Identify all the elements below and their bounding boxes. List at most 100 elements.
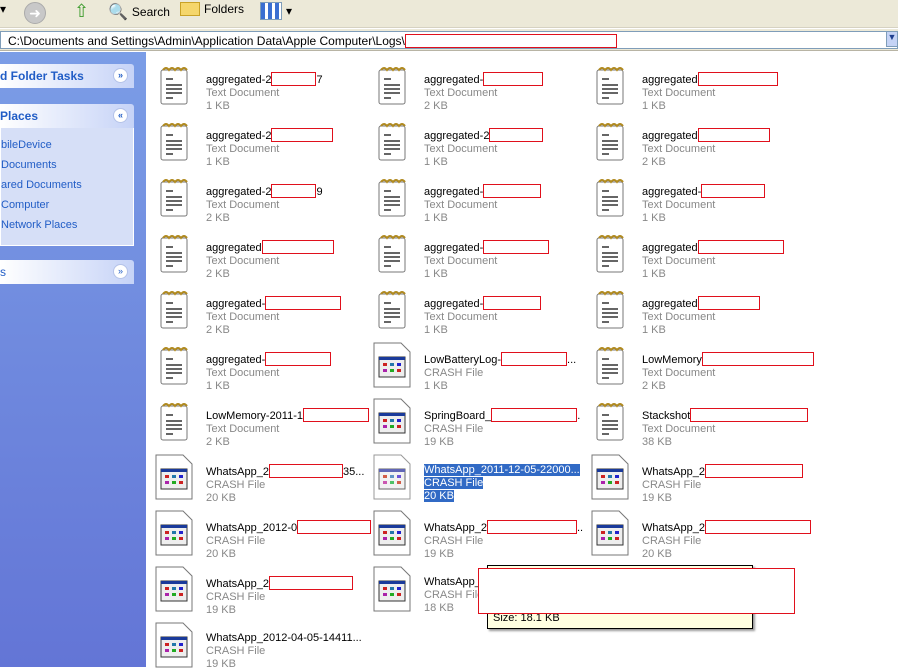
text-document-icon — [593, 346, 627, 386]
file-item[interactable]: WhatsApp_2011-12-05-22000... CRASH File 20… — [367, 450, 580, 502]
text-document-icon — [157, 178, 191, 218]
expand-icon[interactable]: » — [113, 68, 128, 83]
address-dropdown[interactable]: ▼ — [886, 31, 898, 47]
text-document-icon — [157, 234, 191, 274]
file-item[interactable]: WhatsApp_2012-04-05-14411... CRASH File 19… — [149, 618, 362, 670]
redaction — [478, 568, 795, 614]
other-places-list: bileDevice Documents ared Documents Compu… — [0, 128, 134, 246]
file-item[interactable]: WhatsApp_2 35... CRASH File 20 KB — [149, 450, 364, 504]
file-item[interactable]: LowMemory-2011-1 Text Document 2 KB — [149, 394, 370, 448]
file-item[interactable]: aggregated-2 Text Document 1 KB — [367, 114, 577, 168]
file-item[interactable]: Stackshot Text Document 38 KB — [585, 394, 809, 448]
redaction — [704, 520, 811, 534]
folders-button[interactable]: Folders — [180, 2, 244, 16]
folder-icon — [180, 2, 200, 16]
redaction — [483, 72, 544, 86]
file-item[interactable]: aggregated Text Document 2 KB — [149, 226, 359, 280]
redaction — [486, 520, 577, 534]
redaction — [265, 296, 342, 310]
file-item[interactable]: aggregated Text Document 1 KB — [585, 282, 795, 336]
views-icon — [260, 2, 282, 20]
views-button[interactable]: ▾ — [260, 2, 292, 20]
place-link[interactable]: Network Places — [1, 215, 133, 235]
text-document-icon — [157, 66, 191, 106]
text-document-icon — [593, 178, 627, 218]
crash-file-icon — [373, 454, 411, 500]
crash-file-icon — [155, 510, 193, 556]
redaction — [271, 184, 317, 198]
file-item[interactable]: SpringBoard_. CRASH File 19 KB — [367, 394, 580, 448]
crash-file-icon — [155, 454, 193, 500]
crash-file-icon — [155, 622, 193, 668]
redaction — [271, 72, 317, 86]
search-button[interactable]: 🔍 Search — [108, 2, 170, 22]
place-link[interactable]: Computer — [1, 195, 133, 215]
file-item[interactable]: aggregated- Text Document 1 KB — [367, 282, 577, 336]
back-dropdown[interactable]: ▾ — [0, 2, 6, 16]
crash-file-icon — [155, 566, 193, 612]
crash-file-icon — [373, 398, 411, 444]
address-input[interactable]: C:\Documents and Settings\Admin\Applicat… — [0, 31, 898, 49]
redaction — [303, 408, 370, 422]
file-item[interactable]: WhatsApp_2.. CRASH File 19 KB — [367, 506, 583, 560]
redaction — [491, 408, 578, 422]
redaction — [697, 128, 770, 142]
redaction — [501, 352, 568, 366]
text-document-icon — [157, 122, 191, 162]
file-item[interactable]: aggregated- Text Document 1 KB — [585, 170, 795, 224]
file-item[interactable]: WhatsApp_2 CRASH File 19 KB — [149, 562, 359, 616]
text-document-icon — [593, 290, 627, 330]
file-item[interactable]: LowMemory Text Document 2 KB — [585, 338, 814, 392]
redaction — [271, 128, 334, 142]
text-document-icon — [375, 290, 409, 330]
redaction — [701, 184, 766, 198]
file-item[interactable]: WhatsApp_2012-0 CRASH File 20 KB — [149, 506, 372, 560]
address-bar: C:\Documents and Settings\Admin\Applicat… — [0, 29, 898, 51]
text-document-icon — [157, 346, 191, 386]
text-document-icon — [593, 402, 627, 442]
file-item[interactable]: aggregated Text Document 1 KB — [585, 58, 795, 112]
place-link[interactable]: Documents — [1, 155, 133, 175]
redaction — [697, 240, 784, 254]
place-link[interactable]: bileDevice — [1, 135, 133, 155]
collapse-icon[interactable]: « — [113, 108, 128, 123]
file-item[interactable]: WhatsApp_2 CRASH File 19 KB — [585, 450, 803, 504]
folder-tasks-header[interactable]: d Folder Tasks» — [0, 64, 134, 88]
file-item[interactable]: WhatsApp_2 CRASH File 20 KB — [585, 506, 811, 560]
toolbar: ▾ ➜ ⇧ 🔍 Search Folders ▾ — [0, 0, 898, 28]
text-document-icon — [375, 178, 409, 218]
crash-file-icon — [591, 510, 629, 556]
crash-file-icon — [373, 510, 411, 556]
file-item[interactable]: aggregated- Text Document 1 KB — [367, 170, 577, 224]
up-folder-button[interactable]: ⇧ — [74, 1, 89, 22]
redaction — [268, 464, 343, 478]
redaction — [483, 184, 542, 198]
text-document-icon — [593, 122, 627, 162]
forward-button[interactable]: ➜ — [24, 2, 46, 24]
redaction — [690, 408, 809, 422]
file-item[interactable]: aggregated- Text Document 2 KB — [149, 282, 359, 336]
crash-file-icon — [373, 342, 411, 388]
file-item[interactable]: aggregated Text Document 2 KB — [585, 114, 795, 168]
file-item[interactable]: aggregated-2 7 Text Document 1 KB — [149, 58, 359, 112]
crash-file-icon — [591, 454, 629, 500]
text-document-icon — [157, 290, 191, 330]
file-item[interactable]: LowBatteryLog-... CRASH File 1 KB — [367, 338, 577, 392]
crash-file-icon — [373, 566, 411, 612]
text-document-icon — [375, 234, 409, 274]
file-item[interactable]: aggregated- Text Document 1 KB — [367, 226, 577, 280]
redaction — [483, 240, 550, 254]
other-places-header[interactable]: Places « — [0, 104, 134, 128]
file-item[interactable]: aggregated- Text Document 2 KB — [367, 58, 577, 112]
redaction — [265, 352, 332, 366]
file-item[interactable]: aggregated-2 9 Text Document 2 KB — [149, 170, 359, 224]
redaction — [297, 520, 372, 534]
file-item[interactable]: aggregated- Text Document 1 KB — [149, 338, 359, 392]
text-document-icon — [593, 234, 627, 274]
redaction — [697, 296, 760, 310]
file-item[interactable]: aggregated Text Document 1 KB — [585, 226, 795, 280]
expand-icon[interactable]: » — [113, 264, 128, 279]
place-link[interactable]: ared Documents — [1, 175, 133, 195]
file-item[interactable]: aggregated-2 Text Document 1 KB — [149, 114, 359, 168]
details-header[interactable]: s» — [0, 260, 134, 284]
